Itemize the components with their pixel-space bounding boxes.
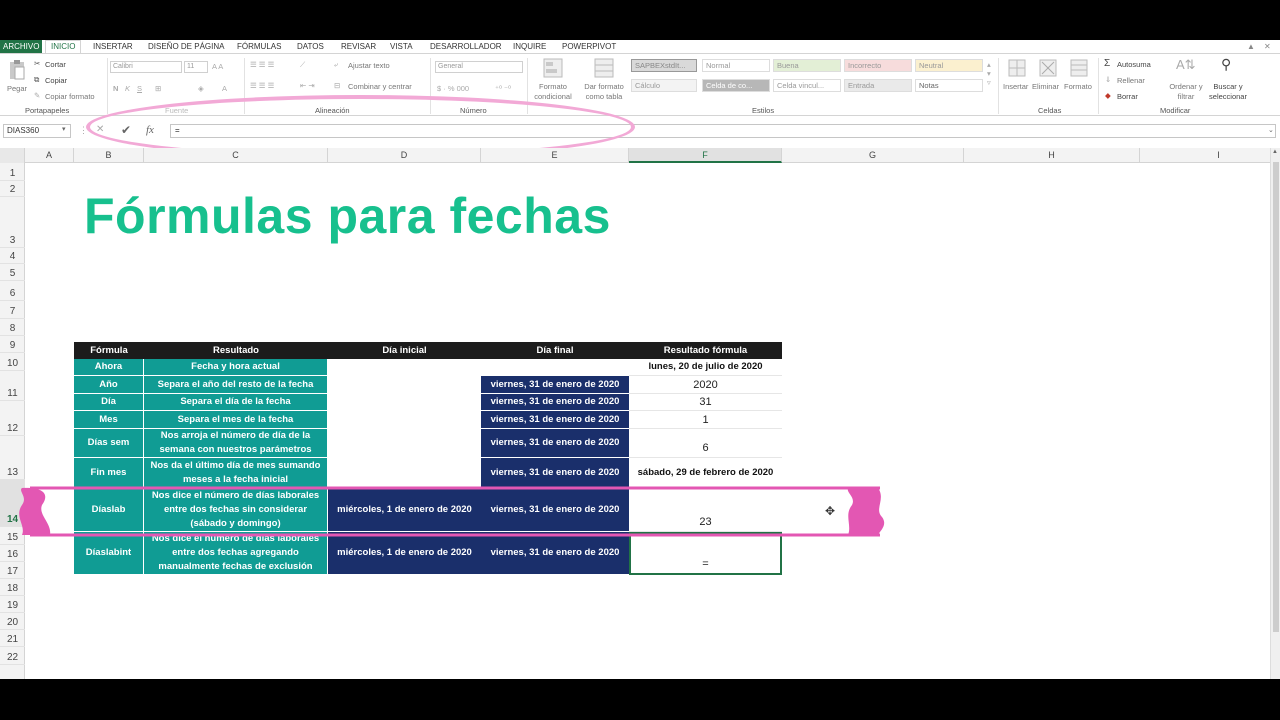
- table-header-cell[interactable]: Día inicial: [328, 342, 481, 359]
- formula-name-cell[interactable]: Año: [74, 376, 144, 394]
- result-cell[interactable]: sábado, 29 de febrero de 2020: [629, 458, 782, 488]
- table-header-cell[interactable]: Fórmula: [74, 342, 144, 359]
- end-date-cell[interactable]: viernes, 31 de enero de 2020: [481, 429, 629, 458]
- end-date-cell[interactable]: viernes, 31 de enero de 2020: [481, 458, 629, 488]
- excel-window: ARCHIVO INICIO INSERTAR DISEÑO DE PÁGINA…: [0, 40, 1280, 679]
- result-cell[interactable]: 6: [629, 429, 782, 458]
- description-cell[interactable]: Nos da el último día de mes sumando mese…: [144, 458, 328, 488]
- cell-cursor-icon: ✥: [825, 504, 836, 518]
- scrollbar-thumb[interactable]: [1273, 162, 1279, 632]
- formula-name-cell[interactable]: Fin mes: [74, 458, 144, 488]
- description-cell[interactable]: Nos arroja el número de día de la semana…: [144, 429, 328, 458]
- sheet-title[interactable]: Fórmulas para fechas: [84, 187, 611, 245]
- formula-name-cell[interactable]: Día: [74, 394, 144, 411]
- description-cell[interactable]: Separa el mes de la fecha: [144, 411, 328, 429]
- end-date-cell[interactable]: viernes, 31 de enero de 2020: [481, 411, 629, 429]
- result-cell[interactable]: 1: [629, 411, 782, 429]
- result-cell[interactable]: 2020: [629, 376, 782, 394]
- worksheet: Fórmulas para fechas Fórmula Resultado Día…: [0, 40, 1270, 679]
- result-cell[interactable]: lunes, 20 de julio de 2020: [629, 359, 782, 376]
- table-header-cell[interactable]: Resultado fórmula: [629, 342, 782, 359]
- end-date-cell[interactable]: viernes, 31 de enero de 2020: [481, 376, 629, 394]
- formula-name-cell[interactable]: Mes: [74, 411, 144, 429]
- end-date-cell[interactable]: viernes, 31 de enero de 2020: [481, 394, 629, 411]
- table-header-cell[interactable]: Resultado: [144, 342, 328, 359]
- formula-name-cell[interactable]: Días sem: [74, 429, 144, 458]
- annotation-highlight: [19, 486, 885, 537]
- formula-name-cell[interactable]: Ahora: [74, 359, 144, 376]
- scroll-up-icon[interactable]: ▲: [1272, 149, 1278, 155]
- vertical-scrollbar[interactable]: ▲: [1270, 148, 1280, 679]
- description-cell[interactable]: Separa el año del resto de la fecha: [144, 376, 328, 394]
- description-cell[interactable]: Separa el día de la fecha: [144, 394, 328, 411]
- table-header-cell[interactable]: Día final: [481, 342, 629, 359]
- result-cell[interactable]: 31: [629, 394, 782, 411]
- description-cell[interactable]: Fecha y hora actual: [144, 359, 328, 376]
